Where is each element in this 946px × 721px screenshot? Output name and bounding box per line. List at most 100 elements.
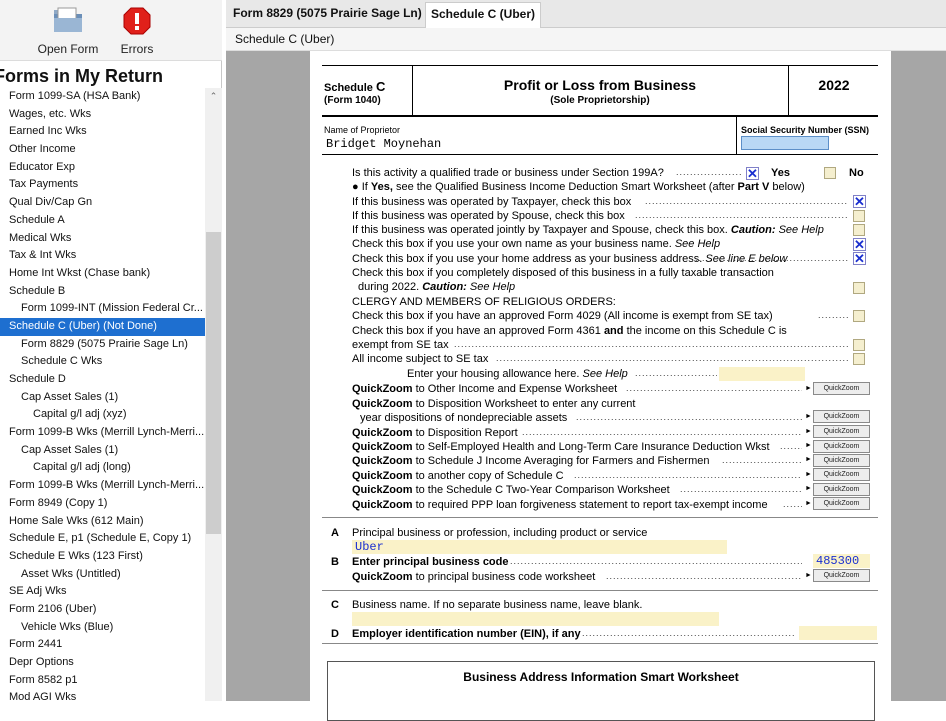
no-label: No xyxy=(849,167,864,179)
sidebar-item[interactable]: Schedule A xyxy=(0,212,205,230)
sidebar-item[interactable]: Schedule E, p1 (Schedule E, Copy 1) xyxy=(0,530,205,548)
left-panel: Open Form Errors Forms in My Return Form… xyxy=(0,0,222,701)
sidebar-item[interactable]: SE Adj Wks xyxy=(0,583,205,601)
sidebar-item[interactable]: Form 1099-B Wks (Merrill Lynch-Merri... xyxy=(0,477,205,495)
business-name-field[interactable] xyxy=(352,612,719,626)
sidebar-item[interactable]: Form 1099-INT (Mission Federal Cr... xyxy=(0,300,205,318)
home-address-checkbox[interactable]: ✕ xyxy=(853,252,866,265)
scrollbar-thumb[interactable] xyxy=(206,232,221,534)
folder-icon xyxy=(54,7,82,32)
qz-disposition-ws-button[interactable]: QuickZoom xyxy=(813,410,870,423)
exempt-se-checkbox[interactable] xyxy=(853,339,865,351)
form-4029-label: Check this box if you have an approved F… xyxy=(352,310,773,322)
sidebar-item[interactable]: Form 1099-SA (HSA Bank) xyxy=(0,88,205,106)
forms-list-scrollbar[interactable]: ⌃ xyxy=(205,88,222,701)
qz-business-code-button[interactable]: QuickZoom xyxy=(813,569,870,582)
line-c-label: Business name. If no separate business n… xyxy=(352,599,643,611)
sidebar-item[interactable]: Mod AGI Wks xyxy=(0,689,205,701)
arrow-icon: ► xyxy=(805,485,812,492)
sidebar-item[interactable]: Form 2106 (Uber) xyxy=(0,601,205,619)
tax-year: 2022 xyxy=(818,77,850,93)
sidebar-item[interactable]: Tax Payments xyxy=(0,176,205,194)
housing-allowance-field[interactable] xyxy=(719,367,805,381)
forms-list-title: Forms in My Return xyxy=(0,66,164,86)
disposed-checkbox[interactable] xyxy=(853,282,865,294)
ssn-field[interactable] xyxy=(741,136,829,150)
arrow-icon: ► xyxy=(805,442,812,449)
form-4029-checkbox[interactable] xyxy=(853,310,865,322)
sidebar-item[interactable]: Schedule E Wks (123 First) xyxy=(0,548,205,566)
sidebar-item[interactable]: Capital g/l adj (long) xyxy=(0,459,205,477)
qz-disposition-ws-label: QuickZoom to Disposition Worksheet to en… xyxy=(352,398,636,410)
sidebar-item[interactable]: Form 1099-B Wks (Merrill Lynch-Merri... xyxy=(0,424,205,442)
operated-spouse-label: If this business was operated by Spouse,… xyxy=(352,210,625,222)
line-c-letter: C xyxy=(331,599,339,611)
sidebar-item[interactable]: Asset Wks (Untitled) xyxy=(0,566,205,584)
tab-form-8829[interactable]: Form 8829 (5075 Prairie Sage Ln) xyxy=(228,2,427,28)
arrow-icon: ► xyxy=(805,471,812,478)
qz-disposition-report-button[interactable]: QuickZoom xyxy=(813,425,870,438)
sidebar-item[interactable]: Home Int Wkst (Chase bank) xyxy=(0,265,205,283)
sidebar-item[interactable]: Form 8582 p1 xyxy=(0,672,205,690)
arrow-icon: ► xyxy=(805,413,812,420)
errors-button[interactable]: Errors xyxy=(112,6,162,56)
qz-schedule-j-button[interactable]: QuickZoom xyxy=(813,454,870,467)
tab-schedule-c[interactable]: Schedule C (Uber) xyxy=(425,2,542,28)
sidebar-item[interactable]: Earned Inc Wks xyxy=(0,123,205,141)
operated-taxpayer-checkbox[interactable]: ✕ xyxy=(853,195,866,208)
sidebar-item[interactable]: Schedule B xyxy=(0,283,205,301)
sidebar-item[interactable]: Medical Wks xyxy=(0,230,205,248)
all-income-se-checkbox[interactable] xyxy=(853,353,865,365)
qz-two-year-button[interactable]: QuickZoom xyxy=(813,483,870,496)
sidebar-item[interactable]: Wages, etc. Wks xyxy=(0,106,205,124)
ein-field[interactable] xyxy=(799,626,877,640)
sidebar-item[interactable]: Schedule D xyxy=(0,371,205,389)
qz-another-copy-label: QuickZoom to another copy of Schedule C xyxy=(352,470,564,482)
open-form-button[interactable]: Open Form xyxy=(37,6,99,56)
q199a-no-checkbox[interactable] xyxy=(824,167,836,179)
sidebar-item[interactable]: Schedule C Wks xyxy=(0,353,205,371)
sidebar-item[interactable]: Form 8829 (5075 Prairie Sage Ln) xyxy=(0,336,205,354)
worksheet-title: Business Address Information Smart Works… xyxy=(463,670,739,684)
own-name-checkbox[interactable]: ✕ xyxy=(853,238,866,251)
proprietor-name-field[interactable]: Bridget Moynehan xyxy=(326,137,441,151)
operated-jointly-checkbox[interactable] xyxy=(853,224,865,236)
housing-allowance-label: Enter your housing allowance here. See H… xyxy=(407,368,628,380)
sidebar-item[interactable]: Educator Exp xyxy=(0,159,205,177)
business-code-field[interactable]: 485300 xyxy=(813,554,870,568)
sidebar-item[interactable]: Form 2441 xyxy=(0,636,205,654)
sidebar-item[interactable]: Capital g/l adj (xyz) xyxy=(0,406,205,424)
operated-jointly-label: If this business was operated jointly by… xyxy=(352,224,824,236)
qz-other-income-button[interactable]: QuickZoom xyxy=(813,382,870,395)
sidebar-item[interactable]: Other Income xyxy=(0,141,205,159)
business-address-worksheet: Business Address Information Smart Works… xyxy=(327,661,875,721)
sidebar-item[interactable]: Vehicle Wks (Blue) xyxy=(0,619,205,637)
operated-spouse-checkbox[interactable] xyxy=(853,210,865,222)
sidebar-item[interactable]: Schedule C (Uber) (Not Done) xyxy=(0,317,205,336)
form-title: Profit or Loss from Business xyxy=(503,77,697,93)
principal-business-field[interactable]: Uber xyxy=(352,540,727,554)
own-name-label: Check this box if you use your own name … xyxy=(352,238,721,250)
sidebar-item[interactable]: Qual Div/Cap Gn xyxy=(0,194,205,212)
sidebar-item[interactable]: Cap Asset Sales (1) xyxy=(0,389,205,407)
qz-another-copy-button[interactable]: QuickZoom xyxy=(813,468,870,481)
error-icon xyxy=(123,7,151,35)
sidebar-item[interactable]: Form 8949 (Copy 1) xyxy=(0,495,205,513)
qz-ppp-label: QuickZoom to required PPP loan forgivene… xyxy=(352,499,768,511)
sidebar-item[interactable]: Tax & Int Wks xyxy=(0,247,205,265)
line-a-label: Principal business or profession, includ… xyxy=(352,527,648,539)
qz-ppp-button[interactable]: QuickZoom xyxy=(813,497,870,510)
qz-health-ins-button[interactable]: QuickZoom xyxy=(813,440,870,453)
sidebar-item[interactable]: Cap Asset Sales (1) xyxy=(0,442,205,460)
line-d-label: Employer identification number (EIN), if… xyxy=(352,628,581,640)
name-of-proprietor-label: Name of Proprietor xyxy=(324,125,401,135)
if-yes-text: ● If Yes, see the Qualified Business Inc… xyxy=(352,181,805,193)
sidebar-item[interactable]: Depr Options xyxy=(0,654,205,672)
forms-list: Form 1099-SA (HSA Bank) Wages, etc. Wks Ea… xyxy=(0,88,205,701)
scroll-up-icon[interactable]: ⌃ xyxy=(205,88,222,105)
form-1040-ref: (Form 1040) xyxy=(324,95,381,106)
toolbar: Open Form Errors xyxy=(0,0,222,61)
sidebar-item[interactable]: Home Sale Wks (612 Main) xyxy=(0,513,205,531)
qz-two-year-label: QuickZoom to the Schedule C Two-Year Com… xyxy=(352,484,670,496)
q199a-yes-checkbox[interactable]: ✕ xyxy=(746,167,759,180)
